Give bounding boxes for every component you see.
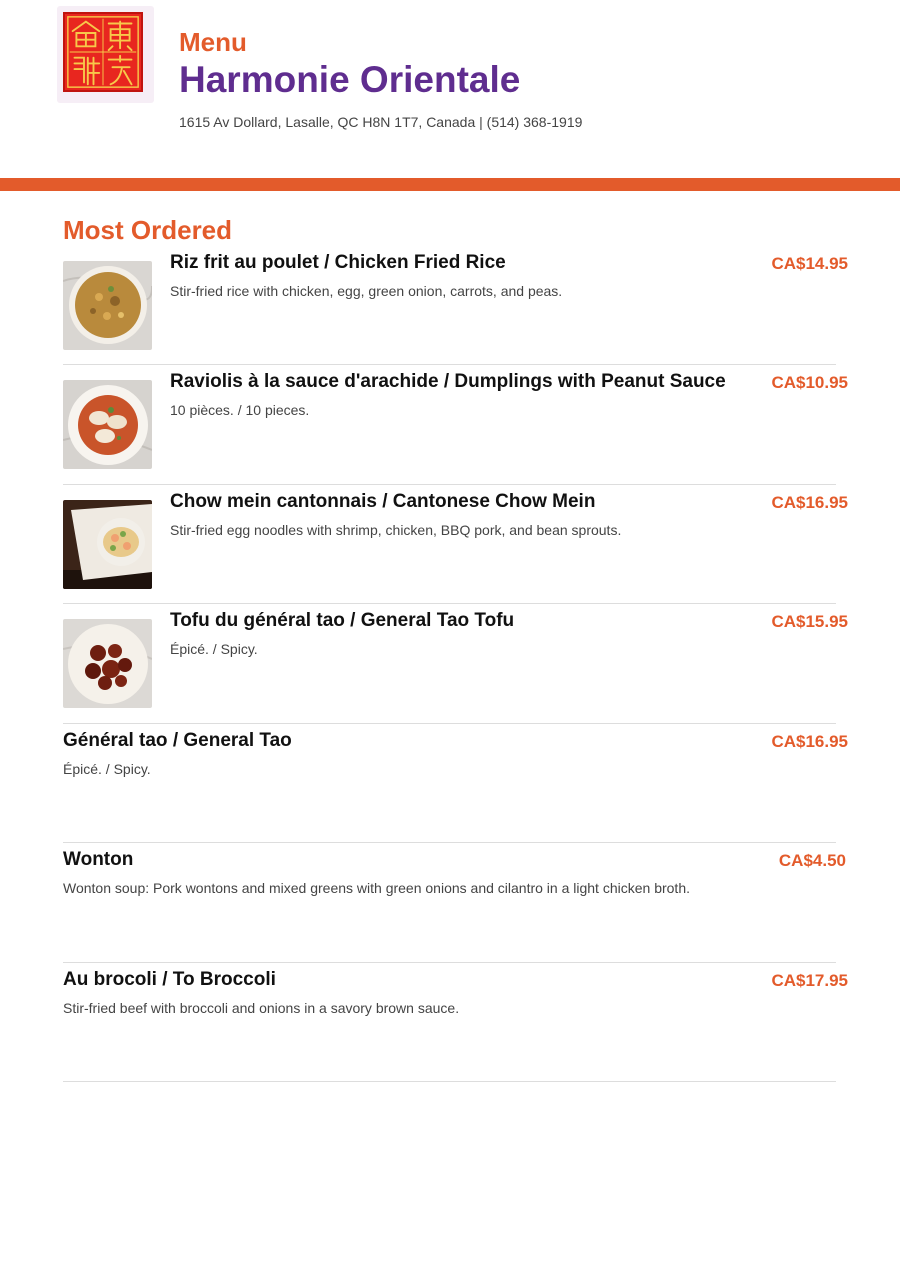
section-title: Most Ordered <box>63 215 233 245</box>
general-tao-tofu-image <box>63 619 152 708</box>
menu-item[interactable]: Au brocoli / To Broccoli Stir-fried beef… <box>63 962 848 1082</box>
item-divider <box>63 1081 836 1082</box>
menu-header: Menu Harmonie Orientale 1615 Av Dollard,… <box>0 0 900 178</box>
menu-item[interactable]: Raviolis à la sauce d'arachide / Dumplin… <box>63 364 848 484</box>
item-description: Stir-fried beef with broccoli and onions… <box>63 1000 460 1016</box>
item-description: 10 pièces. / 10 pieces. <box>170 402 310 418</box>
item-price: CA$10.95 <box>771 373 848 392</box>
item-divider <box>63 364 836 365</box>
item-divider <box>63 842 836 843</box>
item-description: Wonton soup: Pork wontons and mixed gree… <box>63 880 690 896</box>
menu-label: Menu <box>179 27 247 57</box>
menu-item[interactable]: Chow mein cantonnais / Cantonese Chow Me… <box>63 484 848 604</box>
item-price: CA$17.95 <box>771 971 848 990</box>
menu-item[interactable]: Wonton Wonton soup: Pork wontons and mix… <box>63 842 848 962</box>
accent-divider <box>0 178 900 191</box>
menu-item[interactable]: Riz frit au poulet / Chicken Fried Rice … <box>63 245 848 365</box>
item-description: Stir-fried rice with chicken, egg, green… <box>170 283 563 299</box>
item-name: Wonton <box>63 849 134 870</box>
item-price: CA$15.95 <box>771 612 848 631</box>
item-divider <box>63 603 836 604</box>
item-name: Général tao / General Tao <box>63 730 292 751</box>
restaurant-address: 1615 Av Dollard, Lasalle, QC H8N 1T7, Ca… <box>179 114 583 130</box>
restaurant-logo <box>57 6 154 103</box>
item-divider <box>63 484 836 485</box>
item-name: Au brocoli / To Broccoli <box>63 969 276 990</box>
item-name: Raviolis à la sauce d'arachide / Dumplin… <box>170 371 726 392</box>
item-price: CA$16.95 <box>771 493 848 512</box>
menu-item[interactable]: Général tao / General Tao Épicé. / Spicy… <box>63 723 848 843</box>
item-divider <box>63 723 836 724</box>
item-name: Chow mein cantonnais / Cantonese Chow Me… <box>170 491 596 512</box>
menu-item[interactable]: Tofu du général tao / General Tao Tofu É… <box>63 603 848 723</box>
item-name: Riz frit au poulet / Chicken Fried Rice <box>170 252 506 273</box>
item-price: CA$14.95 <box>771 254 848 273</box>
seal-logo-icon <box>63 12 143 92</box>
dumplings-image <box>63 380 152 469</box>
restaurant-name: Harmonie Orientale <box>179 59 521 100</box>
item-name: Tofu du général tao / General Tao Tofu <box>170 610 515 631</box>
item-price: CA$4.50 <box>778 851 846 870</box>
item-description: Stir-fried egg noodles with shrimp, chic… <box>170 522 622 538</box>
item-divider <box>63 962 836 963</box>
chow-mein-image <box>63 500 152 589</box>
item-price: CA$16.95 <box>771 732 848 751</box>
fried-rice-image <box>63 261 152 350</box>
item-description: Épicé. / Spicy. <box>63 761 151 777</box>
item-description: Épicé. / Spicy. <box>170 641 258 657</box>
